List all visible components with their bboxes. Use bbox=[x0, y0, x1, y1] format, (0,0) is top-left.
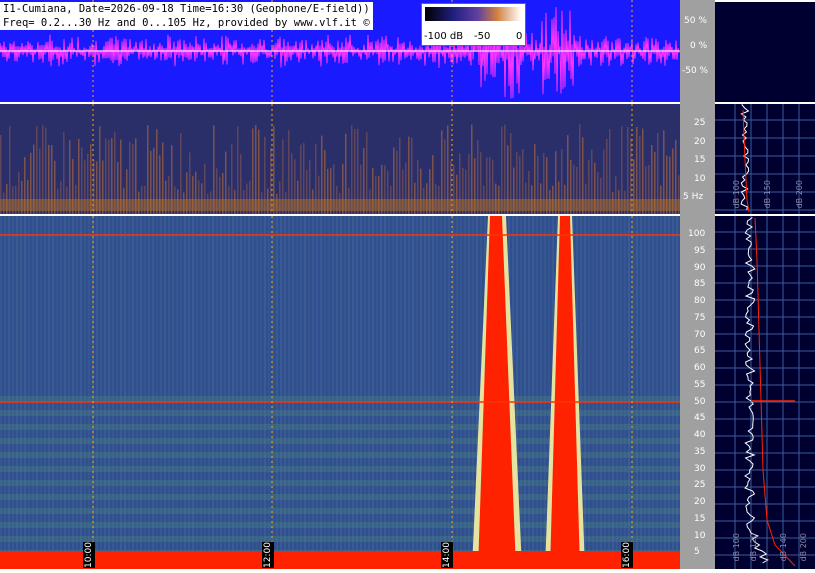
high-freq-tick: 35 bbox=[694, 446, 706, 457]
high-freq-tick: 20 bbox=[694, 497, 706, 507]
time-label-1200: 12:00 bbox=[262, 542, 274, 568]
time-label-1600: 16:00 bbox=[621, 542, 633, 568]
low-freq-tick: 25 bbox=[694, 118, 706, 128]
spectrogram-high-freq bbox=[0, 216, 680, 570]
low-freq-tick: 5 Hz bbox=[683, 192, 704, 202]
side-high-label-1: dB 100 bbox=[732, 533, 741, 562]
side-high-label-2: dB 120 bbox=[749, 533, 758, 562]
high-freq-tick: 40 bbox=[694, 430, 706, 440]
high-freq-tick: 80 bbox=[694, 296, 706, 306]
time-label-1400: 14:00 bbox=[441, 542, 453, 568]
high-freq-tick: 45 bbox=[694, 413, 706, 424]
low-freq-tick: 15 bbox=[694, 155, 706, 165]
high-freq-tick: 100 bbox=[688, 229, 706, 239]
side-high-label-4: dB 200 bbox=[799, 533, 808, 562]
low-freq-tick: 10 bbox=[694, 173, 706, 184]
wave-tick-minus50: -50 % bbox=[682, 66, 709, 76]
high-freq-tick: 10 bbox=[694, 530, 706, 541]
high-freq-tick: 90 bbox=[694, 262, 706, 273]
side-high-label-3: dB 140 bbox=[779, 533, 788, 562]
low-freq-tick: 20 bbox=[694, 136, 706, 147]
title-line-2: Freq= 0.2...30 Hz and 0...105 Hz, provid… bbox=[0, 16, 373, 30]
high-freq-tick: 95 bbox=[694, 245, 706, 256]
high-freq-tick: 70 bbox=[694, 329, 706, 340]
high-freq-tick: 75 bbox=[694, 312, 706, 323]
high-freq-tick: 65 bbox=[694, 346, 706, 357]
title-line-1: I1-Cumiana, Date=2026-09-18 Time=16:30 (… bbox=[0, 2, 373, 16]
high-freq-tick: 30 bbox=[694, 463, 706, 474]
spectrogram-low-freq bbox=[0, 104, 680, 214]
high-freq-tick: 5 bbox=[694, 547, 700, 558]
wave-tick-0: 0 % bbox=[690, 41, 708, 51]
wave-tick-50: 50 % bbox=[684, 16, 707, 26]
side-low-label-3: dB 200 bbox=[795, 180, 804, 209]
high-freq-tick: 60 bbox=[694, 363, 706, 373]
frequency-axis: 50 % 0 % -50 % 25 20 15 10 5 Hz 100 95 90 85 80 7… bbox=[680, 0, 715, 569]
high-freq-tick: 85 bbox=[694, 279, 706, 290]
high-freq-tick: 15 bbox=[694, 513, 706, 524]
time-label-1000: 10:00 bbox=[83, 542, 95, 568]
side-low-label-2: dB 150 bbox=[763, 180, 772, 209]
colorbar-legend: -100 dB -50 0 bbox=[421, 3, 526, 46]
high-freq-tick: 55 bbox=[694, 379, 706, 390]
colorbar-min-label: -100 dB bbox=[424, 31, 464, 42]
colorbar-max-label: 0 bbox=[516, 31, 523, 42]
high-freq-tick: 50 bbox=[694, 396, 706, 407]
colorbar-mid-label: -50 bbox=[474, 31, 491, 42]
colorbar-gradient bbox=[425, 7, 521, 21]
high-freq-tick: 25 bbox=[694, 480, 706, 491]
spectrum-profile-panel: dB 100 dB 150 dB 200 dB 100 dB 120 dB 14… bbox=[715, 0, 815, 569]
side-low-label-1: dB 100 bbox=[732, 180, 741, 209]
